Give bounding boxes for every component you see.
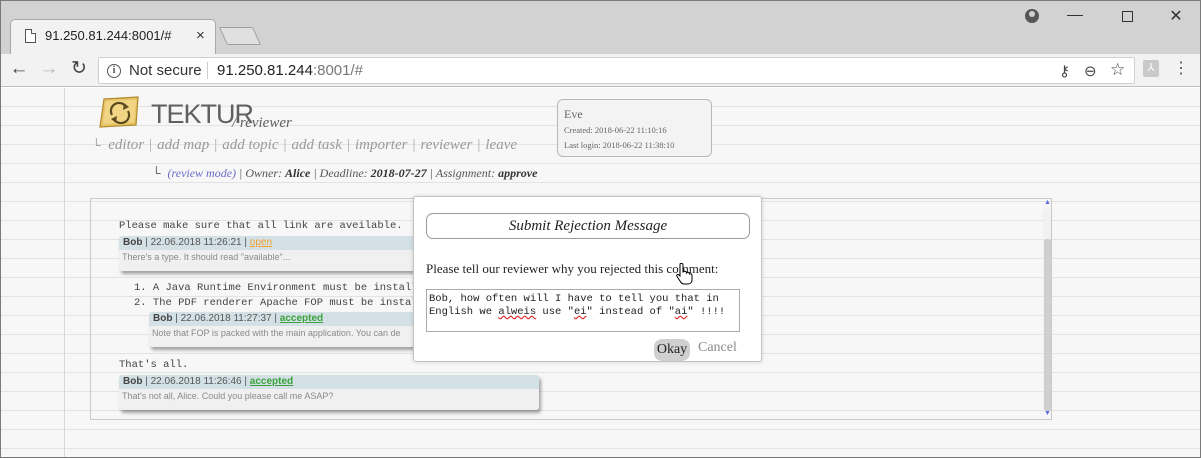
document-list-item: 2. The PDF renderer Apache FOP must be i… (134, 297, 418, 309)
owner-label: Owner: (245, 166, 283, 180)
message-text: use " (536, 306, 574, 318)
comment-header: Bob | 22.06.2018 11:26:46 | accepted (119, 375, 539, 389)
pdf-extension-icon[interactable]: ⅄ (1143, 60, 1159, 77)
nav-importer-link[interactable]: importer (355, 137, 408, 153)
comment-header: Bob | 22.06.2018 11:26:21 | open (119, 236, 419, 250)
nav-separator: | (214, 137, 218, 153)
bookmark-star-icon[interactable]: ☆ (1110, 60, 1125, 80)
account-icon[interactable] (1025, 9, 1039, 23)
cancel-button[interactable]: Cancel (698, 340, 737, 356)
dialog-title: Submit Rejection Message (426, 213, 750, 239)
address-bar[interactable]: i Not secure 91.250.81.244:8001/# ⚷ ⊖ ☆ (98, 57, 1135, 84)
task-meta: └ (review mode) | Owner: Alice | Deadlin… (152, 166, 538, 180)
window-close-button[interactable]: ✕ (1161, 7, 1191, 27)
tab-close-icon[interactable]: × (196, 27, 205, 44)
nav-separator: | (346, 137, 350, 153)
notebook-margin (64, 88, 65, 457)
scroll-down-icon[interactable]: ▼ (1044, 410, 1051, 418)
nav-separator: | (477, 137, 481, 153)
nav-separator: | (283, 137, 287, 153)
comment-author: Bob (123, 376, 143, 387)
page-content: TEKTUR / reviewer └ editor | add map | add t… (1, 88, 1200, 457)
owner-value: Alice (285, 166, 311, 180)
nav-editor-link[interactable]: editor (108, 137, 144, 153)
scrollbar-thumb[interactable] (1044, 239, 1051, 411)
forward-icon[interactable]: → (38, 58, 60, 80)
browser-tab[interactable]: 91.250.81.244:8001/# × (10, 19, 216, 54)
comment-text: There's a type. It should read "availabl… (122, 252, 291, 262)
zoom-icon[interactable]: ⊖ (1084, 62, 1097, 80)
url-path: :8001/# (312, 62, 363, 79)
maximize-button[interactable] (1122, 11, 1133, 22)
misspelled-word: ei (573, 306, 587, 318)
deadline-value: 2018-07-27 (370, 166, 427, 180)
comment-text: That's not all, Alice. Could you please … (122, 391, 334, 401)
scroll-up-icon[interactable]: ▲ (1044, 199, 1051, 207)
rejection-dialog: Submit Rejection Message Please tell our… (413, 196, 762, 362)
nav-add-topic-link[interactable]: add topic (222, 137, 278, 153)
comment-date: | 22.06.2018 11:26:46 | (145, 376, 247, 387)
browser-window: 91.250.81.244:8001/# × ✕ ← → ↻ i Not sec… (0, 0, 1201, 458)
okay-button[interactable]: Okay (654, 339, 690, 361)
browser-toolbar: ← → ↻ i Not secure 91.250.81.244:8001/# … (1, 54, 1200, 87)
comment-date: | 22.06.2018 11:26:21 | (145, 237, 247, 248)
comment-status-link[interactable]: accepted (280, 313, 323, 324)
comment-box[interactable]: Bob | 22.06.2018 11:26:21 | open There's… (119, 236, 419, 271)
tab-title: 91.250.81.244:8001/# (45, 28, 172, 43)
url-text[interactable]: 91.250.81.244:8001/# (217, 62, 363, 79)
document-line: Please make sure that all link are aveil… (119, 220, 403, 232)
message-text: " instead of " (586, 306, 675, 318)
nav-reviewer-link[interactable]: reviewer (420, 137, 472, 153)
main-nav: └ editor | add map | add topic | add task | impo… (92, 137, 517, 154)
assignment-label: Assignment: (435, 166, 496, 180)
tab-strip: 91.250.81.244:8001/# × ✕ (1, 1, 1200, 54)
back-icon[interactable]: ← (8, 58, 30, 80)
comment-status-link[interactable]: accepted (250, 376, 293, 387)
misspelled-word: ai (674, 306, 688, 318)
comment-text: Note that FOP is packed with the main ap… (152, 328, 401, 338)
security-label[interactable]: Not secure (129, 62, 202, 79)
comment-author: Bob (153, 313, 173, 324)
comment-box[interactable]: Bob | 22.06.2018 11:27:37 | accepted Not… (149, 312, 419, 347)
divider (207, 62, 208, 79)
url-host: 91.250.81.244 (217, 62, 313, 79)
message-text: " !!!! (687, 306, 726, 318)
user-created: Created: 2018-06-22 11:10:16 (564, 125, 667, 135)
nav-separator: | (412, 137, 416, 153)
document-list-item: 1. A Java Runtime Environment must be in… (134, 282, 418, 294)
review-mode-link[interactable]: (review mode) (168, 166, 237, 180)
comment-box[interactable]: Bob | 22.06.2018 11:26:46 | accepted Tha… (119, 375, 539, 410)
misspelled-word: alweis (498, 306, 537, 318)
nav-leave-link[interactable]: leave (485, 137, 517, 153)
nav-separator: | (149, 137, 153, 153)
nav-add-map-link[interactable]: add map (157, 137, 209, 153)
vertical-scrollbar[interactable]: ▲ ▼ (1043, 199, 1051, 419)
hand-pointer-cursor-icon (676, 263, 693, 285)
reload-icon[interactable]: ↻ (68, 58, 90, 80)
document-line: That's all. (119, 359, 189, 371)
comment-header: Bob | 22.06.2018 11:27:37 | accepted (149, 312, 419, 326)
minimize-button[interactable] (1067, 15, 1083, 16)
nav-prefix: └ (92, 138, 101, 152)
brand-subtitle: / reviewer (232, 115, 292, 131)
tektur-logo-icon (99, 96, 139, 128)
comment-date: | 22.06.2018 11:27:37 | (175, 313, 277, 324)
nav-add-task-link[interactable]: add task (292, 137, 342, 153)
key-icon[interactable]: ⚷ (1059, 62, 1070, 80)
browser-menu-icon[interactable]: ⋮ (1173, 59, 1189, 79)
info-icon[interactable]: i (107, 64, 121, 78)
deadline-label: Deadline: (319, 166, 368, 180)
comment-status-link[interactable]: open (250, 237, 272, 248)
meta-prefix: └ (152, 166, 161, 180)
rejection-message-textarea[interactable]: Bob, how often will I have to tell you t… (426, 289, 740, 332)
assignment-value: approve (498, 166, 538, 180)
user-last-login: Last login: 2018-06-22 11:38:10 (564, 140, 675, 150)
comment-author: Bob (123, 237, 143, 248)
user-name: Eve (564, 107, 583, 121)
user-info-box: Eve Created: 2018-06-22 11:10:16 Last lo… (557, 99, 712, 157)
new-tab-button[interactable] (218, 27, 262, 45)
page-icon (25, 29, 36, 43)
